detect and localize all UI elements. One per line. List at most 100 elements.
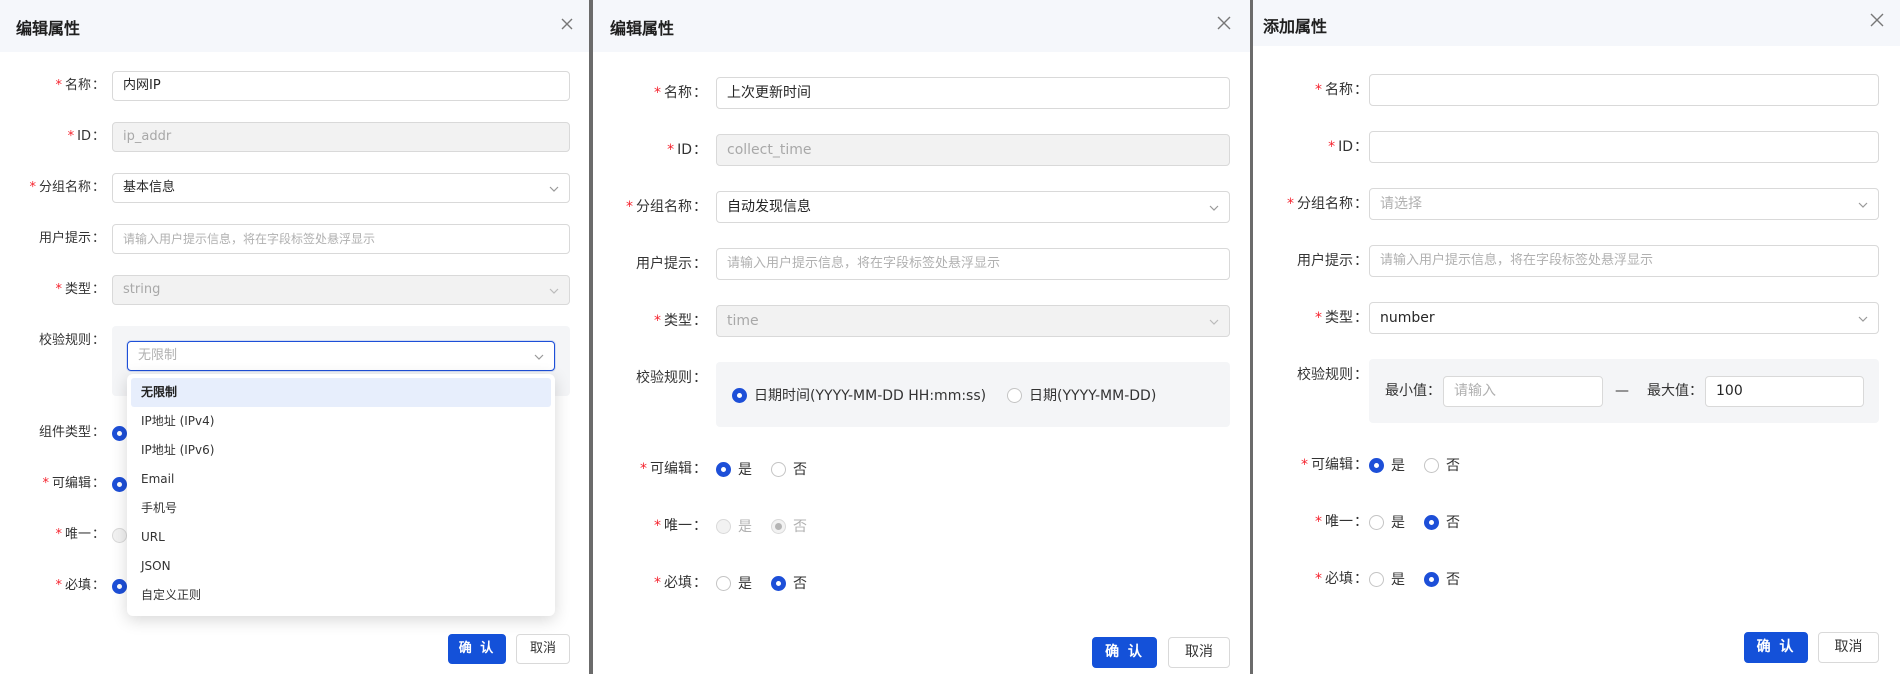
radio-circle (716, 518, 731, 534)
rule-select[interactable]: 无限制 (127, 341, 555, 371)
hint-label: 用户提示： (38, 231, 105, 246)
type-select-value: time (727, 313, 759, 329)
close-icon (561, 18, 573, 30)
group-label: * 分组名称： (1287, 196, 1368, 212)
unique-radio-yes[interactable]: 是 (1369, 506, 1405, 538)
required-radio-yes[interactable]: 是 (716, 567, 752, 599)
rule-select-value: 无限制 (138, 348, 178, 363)
hint-row: 用户提示： 请输入用户提示信息，将在字段标签处悬浮显示 (593, 248, 1250, 280)
unique-radio-yes: 是 (716, 510, 752, 542)
edit-attribute-panel-1: 编辑属性 * 名称： 内网IP * ID： ip_addr * 分组名称： 基本信息 … (0, 0, 589, 674)
id-label: * ID： (1328, 139, 1368, 155)
name-input[interactable]: 内网IP (112, 71, 570, 101)
cancel-button[interactable]: 取消 (1818, 632, 1879, 663)
type-select[interactable]: number (1369, 302, 1879, 334)
dropdown-option[interactable]: IP地址 (IPv4) (131, 407, 551, 436)
chevron-down-icon (533, 351, 545, 363)
confirm-button[interactable]: 确 认 (448, 634, 506, 664)
id-input: ip_addr (112, 122, 570, 152)
close-button[interactable] (558, 15, 576, 33)
confirm-button[interactable]: 确 认 (1744, 632, 1808, 663)
group-select[interactable]: 自动发现信息 (716, 191, 1230, 223)
dropdown-option[interactable]: URL (131, 523, 551, 552)
confirm-button[interactable]: 确 认 (1092, 637, 1157, 668)
chevron-down-icon (1208, 316, 1220, 328)
min-input[interactable]: 请输入 (1443, 376, 1603, 407)
radio-circle (771, 461, 786, 477)
radio-circle (1424, 571, 1439, 587)
required-label: * 必填： (55, 578, 105, 593)
type-row: * 类型： string (0, 275, 589, 305)
required-radio-yes[interactable]: 是 (1369, 563, 1405, 595)
radio-circle (771, 575, 786, 591)
rule-dropdown-menu: 无限制 IP地址 (IPv4) IP地址 (IPv6) Email 手机号 UR… (127, 374, 555, 616)
panel-header: 编辑属性 (0, 0, 589, 52)
close-button[interactable] (1868, 11, 1886, 29)
required-radio-no[interactable]: 否 (1424, 563, 1460, 595)
rule-label: 校验规则： (1297, 367, 1368, 383)
group-select[interactable]: 基本信息 (112, 173, 570, 203)
dropdown-option[interactable]: JSON (131, 552, 551, 581)
dropdown-option[interactable]: Email (131, 465, 551, 494)
rule-radio-datetime[interactable]: 日期时间(YYYY-MM-DD HH:mm:ss) (732, 380, 986, 410)
hint-row: 用户提示： 请输入用户提示信息，将在字段标签处悬浮显示 (1253, 245, 1900, 277)
type-select: time (716, 305, 1230, 337)
unique-radio-no[interactable]: 否 (1424, 506, 1460, 538)
group-select[interactable]: 请选择 (1369, 188, 1879, 220)
name-row: * 名称： (1253, 74, 1900, 106)
id-input[interactable] (1369, 131, 1879, 163)
rule-label: 校验规则： (636, 370, 707, 386)
radio-circle (112, 578, 127, 594)
radio-circle (1007, 387, 1022, 403)
hint-label: 用户提示： (1297, 253, 1368, 269)
type-select-value: string (123, 282, 161, 297)
required-radio-no[interactable]: 否 (771, 567, 807, 599)
hint-input[interactable]: 请输入用户提示信息，将在字段标签处悬浮显示 (1369, 245, 1879, 277)
required-row: * 必填： 是 否 (593, 567, 1250, 599)
required-label: * 必填： (654, 575, 707, 591)
id-row: * ID： (1253, 131, 1900, 163)
type-label: * 类型： (1315, 310, 1368, 326)
editable-radio-no[interactable]: 否 (771, 453, 807, 485)
hint-input[interactable]: 请输入用户提示信息，将在字段标签处悬浮显示 (112, 224, 570, 254)
name-input[interactable] (1369, 74, 1879, 106)
group-label: * 分组名称： (626, 199, 707, 215)
type-row: * 类型： time (593, 305, 1250, 337)
dropdown-option[interactable]: 无限制 (131, 378, 551, 407)
radio-circle (1424, 457, 1439, 473)
editable-row: * 可编辑： 是 否 (1253, 449, 1900, 481)
dropdown-option[interactable]: IP地址 (IPv6) (131, 436, 551, 465)
add-attribute-panel: 添加属性 * 名称： * ID： * 分组名称： 请选择 用户提示： 请输入用户提示信… (1253, 0, 1900, 674)
editable-label: * 可编辑： (640, 461, 707, 477)
min-label: 最小值： (1385, 383, 1441, 399)
max-input[interactable]: 100 (1705, 376, 1864, 407)
type-select-value: number (1380, 310, 1435, 326)
close-icon (1870, 13, 1884, 27)
dropdown-option[interactable]: 自定义正则 (131, 581, 551, 610)
rule-label: 校验规则： (38, 333, 105, 348)
editable-radio-no[interactable]: 否 (1424, 449, 1460, 481)
editable-radio-yes[interactable]: 是 (1369, 449, 1405, 481)
dropdown-option[interactable]: 手机号 (131, 494, 551, 523)
cancel-button[interactable]: 取消 (516, 634, 570, 664)
required-row: * 必填： 是 否 (1253, 563, 1900, 595)
cancel-button[interactable]: 取消 (1168, 637, 1230, 668)
name-row: * 名称： 内网IP (0, 71, 589, 101)
radio-circle (771, 518, 786, 534)
hint-row: 用户提示： 请输入用户提示信息，将在字段标签处悬浮显示 (0, 224, 589, 254)
panel-title: 添加属性 (1263, 17, 1328, 36)
group-select-placeholder: 请选择 (1380, 196, 1422, 212)
close-button[interactable] (1215, 14, 1233, 32)
unique-label: * 唯一： (1315, 514, 1368, 530)
editable-radio-yes[interactable]: 是 (716, 453, 752, 485)
group-label: * 分组名称： (29, 180, 105, 195)
required-label: * 必填： (1315, 571, 1368, 587)
rule-radio-date[interactable]: 日期(YYYY-MM-DD) (1007, 380, 1156, 410)
radio-circle (1369, 457, 1384, 473)
name-input[interactable]: 上次更新时间 (716, 77, 1230, 109)
hint-input[interactable]: 请输入用户提示信息，将在字段标签处悬浮显示 (716, 248, 1230, 280)
range-dash: — (1615, 383, 1629, 399)
panel-header: 编辑属性 (593, 0, 1250, 52)
panel-header: 添加属性 (1253, 0, 1900, 46)
name-label: * 名称： (1315, 82, 1368, 98)
